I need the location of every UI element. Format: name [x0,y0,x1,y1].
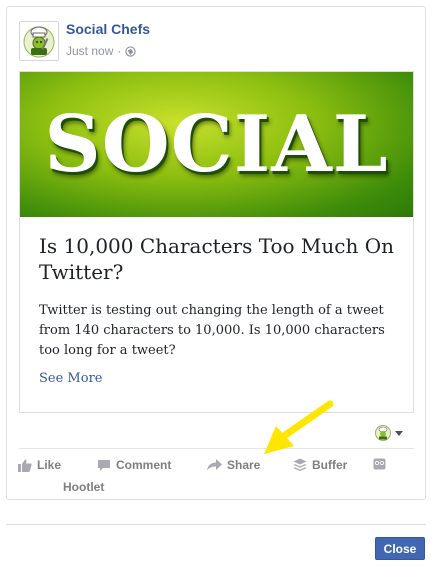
like-label: Like [37,458,62,472]
link-preview-card[interactable]: SOCIAL Is 10,000 Characters Too Much On … [19,71,414,413]
see-more-link[interactable]: See More [39,371,102,386]
yellow-arrow-annotation [264,400,334,454]
dialog-footer-divider [6,524,426,525]
post-card: Social Chefs Just now · SOCIAL Is 10,000… [6,6,426,500]
hootlet-button[interactable]: Hootlet [63,480,104,494]
chevron-down-icon [395,430,403,436]
like-button[interactable]: Like [18,458,61,472]
post-meta: Just now · [66,44,137,58]
comment-label: Comment [116,458,172,472]
comment-icon [98,459,110,471]
chef-mascot-icon [20,22,58,60]
comment-button[interactable]: Comment [97,458,171,472]
link-preview-image: SOCIAL [20,72,413,217]
thumbs-up-icon [18,459,32,472]
owl-icon [373,458,386,470]
share-arrow-icon [207,459,222,471]
meta-separator: · [117,44,122,58]
link-preview-image-text: SOCIAL [44,98,389,190]
globe-icon[interactable] [125,45,137,57]
hootlet-label: Hootlet [63,480,105,494]
link-preview-title[interactable]: Is 10,000 Characters Too Much On Twitter… [39,233,399,285]
close-button[interactable]: Close [375,537,425,560]
mini-avatar-icon [375,425,391,441]
actions-divider [19,448,414,449]
page-avatar[interactable] [19,21,59,61]
link-preview-description: Twitter is testing out changing the leng… [39,303,385,358]
post-timestamp[interactable]: Just now [66,44,113,58]
hootlet-icon-button[interactable] [373,458,386,470]
page-name-link[interactable]: Social Chefs [66,21,150,37]
post-as-selector[interactable] [375,425,403,441]
